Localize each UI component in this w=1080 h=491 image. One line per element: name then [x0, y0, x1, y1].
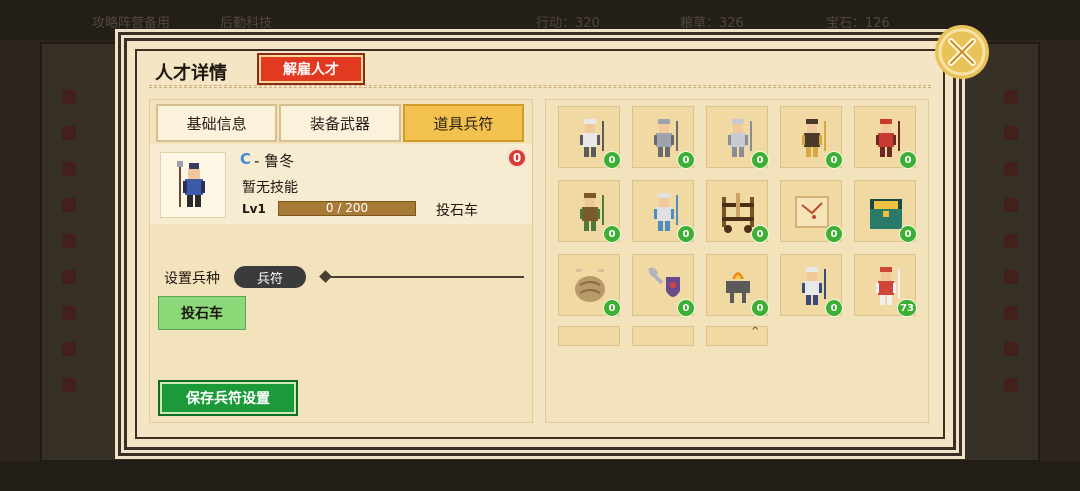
- item-count-badge: 0: [899, 151, 917, 169]
- item-count-badge: 0: [899, 225, 917, 243]
- troop-slider-handle[interactable]: [319, 270, 332, 283]
- item-count-badge: 73: [897, 299, 917, 317]
- hero-info-panel: 基础信息 装备武器 道具兵符 C - 鲁冬 暂无技能 Lv1 0 / 200 投…: [149, 99, 533, 423]
- item-slot[interactable]: 0: [558, 180, 621, 243]
- set-troop-label: 设置兵种: [164, 271, 220, 287]
- talent-details-dialog: 人才详情 解雇人才 基础信息 装备武器 道具兵符 C - 鲁冬 暂无技能 Lv1…: [124, 25, 989, 450]
- close-icon[interactable]: [933, 23, 991, 81]
- item-slot[interactable]: 0: [780, 180, 843, 243]
- item-count-badge: 0: [751, 225, 769, 243]
- hero-summary: C - 鲁冬 暂无技能 Lv1 0 / 200 投石车 0: [150, 144, 532, 224]
- chevron-up-icon[interactable]: ^: [751, 326, 759, 337]
- item-slot[interactable]: 0: [632, 106, 695, 169]
- item-count-badge: 0: [603, 151, 621, 169]
- item-count-badge: 0: [751, 299, 769, 317]
- fire-talent-button[interactable]: 解雇人才: [259, 55, 363, 83]
- hero-grade: C: [240, 150, 252, 168]
- item-count-badge: 0: [677, 225, 695, 243]
- dialog-title: 人才详情: [155, 63, 227, 84]
- tab-bar: 基础信息 装备武器 道具兵符: [156, 104, 524, 142]
- item-count-badge: 0: [751, 151, 769, 169]
- item-inventory-panel: 0 0 0 0 0 0 0 0 0 0 0 0 0 0 73 ^: [545, 99, 929, 423]
- tab-items-tokens[interactable]: 道具兵符: [402, 104, 524, 142]
- item-count-badge: 0: [825, 151, 843, 169]
- item-slot-partial[interactable]: [558, 326, 620, 346]
- header-divider: [149, 85, 931, 88]
- hero-skill: 暂无技能: [242, 180, 298, 196]
- item-count-badge: 0: [825, 225, 843, 243]
- item-slot[interactable]: 0: [706, 180, 769, 243]
- selected-troop-button[interactable]: 投石车: [158, 296, 246, 330]
- item-slot[interactable]: 0: [854, 106, 917, 169]
- item-slot[interactable]: 0: [632, 254, 695, 317]
- item-slot[interactable]: 73: [854, 254, 917, 317]
- soldier-portrait-icon: [177, 161, 205, 207]
- hero-level: Lv1: [242, 202, 266, 216]
- item-count-badge: 0: [603, 225, 621, 243]
- tab-basic-info[interactable]: 基础信息: [156, 104, 278, 142]
- item-slot[interactable]: 0: [706, 254, 769, 317]
- token-pill-button[interactable]: 兵符: [234, 266, 306, 288]
- item-count-badge: 0: [603, 299, 621, 317]
- hero-name: - 鲁冬: [254, 152, 295, 170]
- save-token-settings-button[interactable]: 保存兵符设置: [160, 382, 296, 414]
- item-slot[interactable]: 0: [558, 254, 621, 317]
- item-count-badge: 0: [677, 151, 695, 169]
- item-slot[interactable]: 0: [706, 106, 769, 169]
- hero-troop-type: 投石车: [436, 203, 478, 219]
- item-slot[interactable]: 0: [780, 254, 843, 317]
- xp-bar: 0 / 200: [278, 201, 416, 216]
- item-slot[interactable]: 0: [558, 106, 621, 169]
- item-slot[interactable]: 0: [780, 106, 843, 169]
- item-slot[interactable]: 0: [854, 180, 917, 243]
- item-count-badge: 0: [677, 299, 695, 317]
- tab-equipment[interactable]: 装备武器: [279, 104, 401, 142]
- hero-portrait: [160, 152, 226, 218]
- item-slot[interactable]: 0: [632, 180, 695, 243]
- troop-slider-track[interactable]: [324, 276, 524, 278]
- xp-text: 0 / 200: [325, 201, 369, 215]
- notification-badge: 0: [507, 148, 527, 168]
- item-count-badge: 0: [825, 299, 843, 317]
- item-slot-partial[interactable]: [632, 326, 694, 346]
